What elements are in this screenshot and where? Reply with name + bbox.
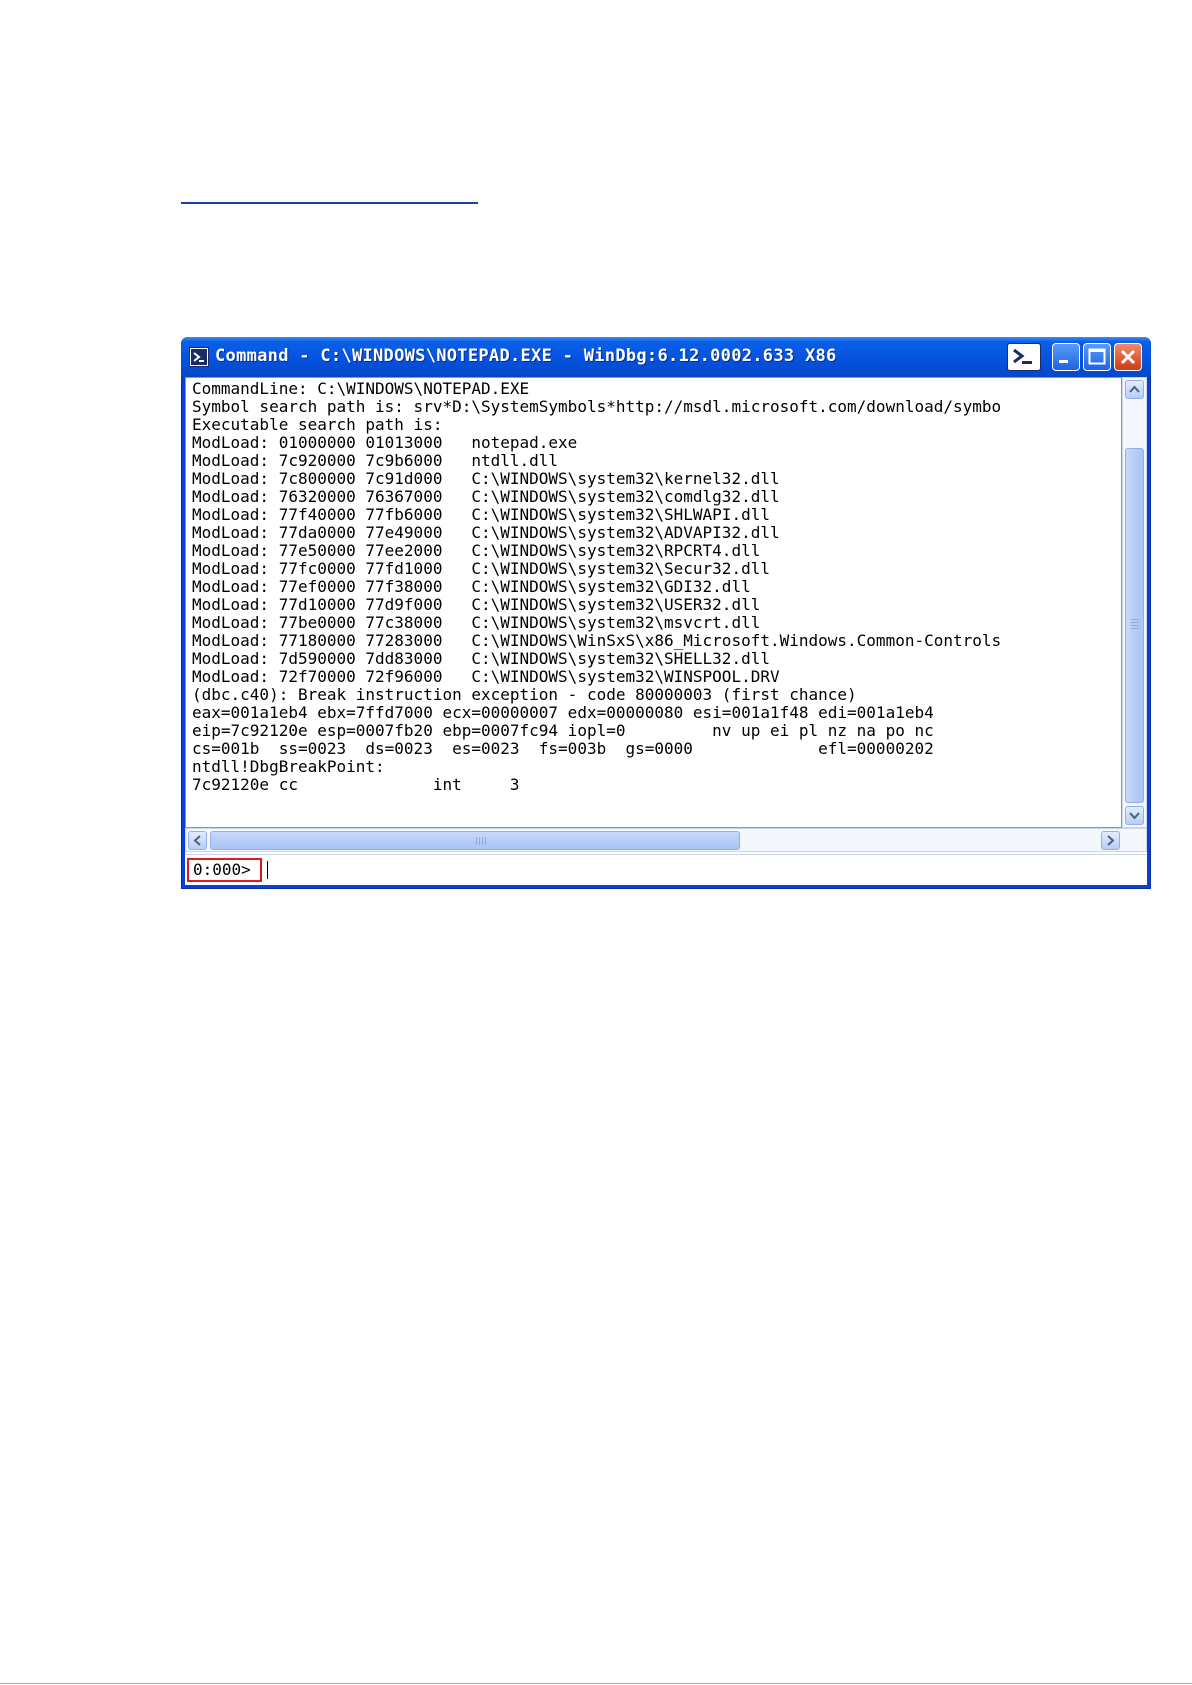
scroll-left-button[interactable]	[188, 831, 207, 850]
scroll-down-button[interactable]	[1125, 806, 1144, 825]
command-prompt-button[interactable]	[1007, 343, 1041, 371]
window-title: Command - C:\WINDOWS\NOTEPAD.EXE - WinDb…	[215, 346, 837, 366]
text-caret	[267, 861, 268, 879]
output-line: ModLoad: 7d590000 7dd83000 C:\WINDOWS\sy…	[192, 649, 770, 668]
minimize-button[interactable]	[1052, 343, 1080, 371]
output-line: eip=7c92120e esp=0007fb20 ebp=0007fc94 i…	[192, 721, 934, 740]
page-bottom-rule	[0, 1683, 1192, 1684]
command-prompt-icon	[189, 347, 209, 367]
output-line: ModLoad: 01000000 01013000 notepad.exe	[192, 433, 578, 452]
minimize-icon	[1059, 360, 1068, 363]
command-bar: 0:000>	[185, 854, 1147, 885]
chevron-right-icon	[1107, 835, 1115, 846]
output-line: ModLoad: 76320000 76367000 C:\WINDOWS\sy…	[192, 487, 780, 506]
output-line: ModLoad: 77d10000 77d9f000 C:\WINDOWS\sy…	[192, 595, 761, 614]
chevron-down-icon	[1129, 812, 1140, 820]
windbg-command-window: Command - C:\WINDOWS\NOTEPAD.EXE - WinDb…	[181, 337, 1151, 889]
underline-rule	[181, 202, 478, 204]
output-line: 7c92120e cc int 3	[192, 775, 520, 794]
output-line: ntdll!DbgBreakPoint:	[192, 757, 385, 776]
title-bar[interactable]: Command - C:\WINDOWS\NOTEPAD.EXE - WinDb…	[181, 337, 1151, 377]
output-line: ModLoad: 77e50000 77ee2000 C:\WINDOWS\sy…	[192, 541, 761, 560]
output-line: CommandLine: C:\WINDOWS\NOTEPAD.EXE	[192, 379, 530, 398]
output-line: (dbc.c40): Break instruction exception -…	[192, 685, 857, 704]
chevron-left-icon	[193, 835, 201, 846]
output-line: ModLoad: 7c920000 7c9b6000 ntdll.dll	[192, 451, 559, 470]
horizontal-scrollbar[interactable]	[185, 828, 1147, 852]
vertical-scrollbar[interactable]	[1122, 377, 1147, 828]
command-input[interactable]	[267, 859, 1143, 881]
command-output[interactable]: CommandLine: C:\WINDOWS\NOTEPAD.EXE Symbo…	[185, 377, 1122, 828]
horizontal-scroll-thumb[interactable]	[210, 831, 740, 850]
output-line: ModLoad: 77da0000 77e49000 C:\WINDOWS\sy…	[192, 523, 780, 542]
output-line: ModLoad: 77180000 77283000 C:\WINDOWS\Wi…	[192, 631, 1002, 650]
output-line: ModLoad: 72f70000 72f96000 C:\WINDOWS\sy…	[192, 667, 780, 686]
close-icon	[1120, 349, 1136, 365]
client-area: CommandLine: C:\WINDOWS\NOTEPAD.EXE Symbo…	[185, 377, 1147, 885]
output-line: cs=001b ss=0023 ds=0023 es=0023 fs=003b …	[192, 739, 934, 758]
maximize-button[interactable]	[1083, 343, 1111, 371]
output-line: ModLoad: 77be0000 77c38000 C:\WINDOWS\sy…	[192, 613, 761, 632]
debugger-prompt: 0:000>	[187, 858, 262, 882]
output-line: Executable search path is:	[192, 415, 443, 434]
scroll-right-button[interactable]	[1101, 831, 1120, 850]
output-line: ModLoad: 77ef0000 77f38000 C:\WINDOWS\sy…	[192, 577, 751, 596]
close-button[interactable]	[1114, 343, 1142, 371]
output-line: ModLoad: 77fc0000 77fd1000 C:\WINDOWS\sy…	[192, 559, 770, 578]
output-line: eax=001a1eb4 ebx=7ffd7000 ecx=00000007 e…	[192, 703, 934, 722]
scroll-up-button[interactable]	[1125, 380, 1144, 399]
maximize-icon	[1088, 348, 1106, 365]
chevron-up-icon	[1129, 385, 1140, 393]
output-line: ModLoad: 77f40000 77fb6000 C:\WINDOWS\sy…	[192, 505, 770, 524]
output-line: ModLoad: 7c800000 7c91d000 C:\WINDOWS\sy…	[192, 469, 780, 488]
vertical-scroll-thumb[interactable]	[1125, 448, 1144, 803]
output-line: Symbol search path is: srv*D:\SystemSymb…	[192, 397, 1002, 416]
